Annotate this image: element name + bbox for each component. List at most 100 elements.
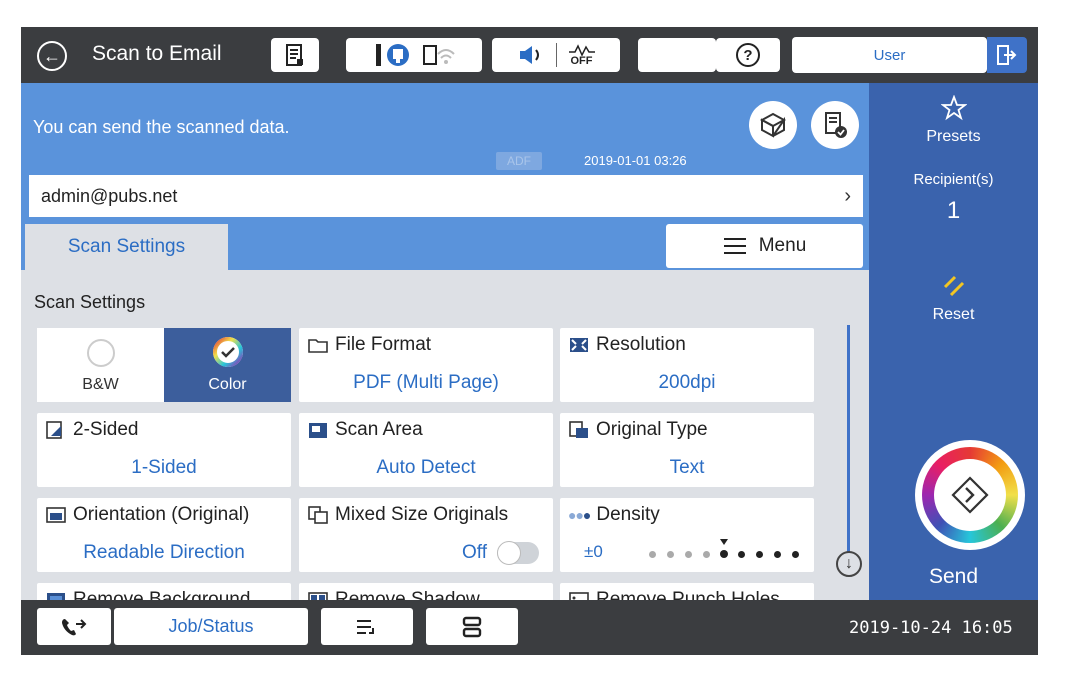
recipient-field[interactable]: admin@pubs.net › (29, 175, 863, 217)
recipients-label: Recipient(s) (913, 171, 994, 188)
hamburger-icon (723, 238, 746, 254)
preview-button[interactable] (749, 101, 797, 149)
resolution-icon (570, 338, 588, 352)
send-ring-gradient (922, 447, 1018, 543)
two-sided-tile[interactable]: 2-Sided 1-Sided (37, 413, 291, 487)
memory-icon (462, 616, 482, 637)
send-button[interactable] (915, 440, 1025, 550)
volume-icon (519, 46, 539, 64)
two-sided-icon (46, 421, 62, 439)
job-status-button[interactable]: Job/Status (114, 608, 308, 645)
orientation-value: Readable Direction (83, 542, 245, 563)
density-label: Density (596, 504, 660, 525)
checklist-icon (825, 112, 847, 138)
star-icon (939, 94, 968, 121)
info-datetime: 2019-01-01 03:26 (584, 153, 687, 168)
two-sided-label: 2-Sided (73, 419, 139, 440)
file-format-tile[interactable]: File Format PDF (Multi Page) (299, 328, 553, 402)
scan-area-value: Auto Detect (376, 457, 476, 478)
send-core (934, 459, 1006, 531)
job-list-button[interactable] (271, 38, 319, 72)
scan-area-tile[interactable]: Scan Area Auto Detect (299, 413, 553, 487)
sleep-icon (670, 45, 680, 65)
menu-button[interactable]: Menu (666, 224, 863, 268)
help-icon: ? (736, 43, 760, 67)
presets-button[interactable]: Presets (869, 94, 1038, 146)
user-button[interactable]: User (792, 37, 987, 73)
tab-scan-settings[interactable]: Scan Settings (25, 224, 228, 270)
file-format-value: PDF (Multi Page) (353, 372, 499, 393)
source-badge: ADF (496, 152, 542, 170)
memory-button[interactable] (426, 608, 518, 645)
original-type-tile[interactable]: Original Type Text (560, 413, 814, 487)
reset-icon (943, 275, 964, 297)
presets-label: Presets (926, 128, 981, 145)
density-dot (667, 550, 675, 558)
density-tile[interactable]: ●●● Density ±0 (560, 498, 814, 572)
logout-button[interactable] (987, 37, 1027, 73)
original-type-icon (569, 421, 588, 438)
color-option[interactable]: Color (164, 328, 291, 402)
color-check-icon (213, 337, 243, 367)
top-bar: ← Scan to Email OFF ? User (21, 27, 1038, 83)
divider (555, 43, 557, 67)
checklist-button[interactable] (811, 101, 859, 149)
mixed-size-label: Mixed Size Originals (335, 504, 509, 525)
screen-title: Scan to Email (92, 42, 222, 65)
folder-icon (308, 339, 328, 353)
start-diamond-icon (951, 476, 989, 514)
scrollbar[interactable] (847, 325, 850, 555)
resolution-tile[interactable]: Resolution 200dpi (560, 328, 814, 402)
density-icon: ●●● (568, 507, 591, 523)
volume-eco-group[interactable]: OFF (492, 38, 620, 72)
original-type-value: Text (669, 457, 705, 478)
sleep-button[interactable] (638, 38, 716, 72)
density-value: ±0 (584, 542, 603, 561)
help-button[interactable]: ? (716, 38, 780, 72)
mixed-size-tile[interactable]: Mixed Size Originals Off (299, 498, 553, 572)
scan-area-label: Scan Area (335, 419, 423, 440)
maintenance-icon (376, 44, 409, 66)
eco-off-icon: OFF (567, 43, 597, 67)
section-title: Scan Settings (34, 292, 146, 312)
fax-button[interactable] (37, 608, 111, 645)
density-dot (649, 550, 657, 558)
menu-label: Menu (758, 235, 807, 256)
send-label: Send (928, 565, 979, 588)
document-box-icon (759, 112, 787, 138)
scroll-down-icon[interactable]: ↓ (836, 551, 862, 577)
info-panel: You can send the scanned data. ADF 2019-… (21, 83, 869, 270)
density-dot (756, 550, 764, 558)
bw-option[interactable]: B&W (37, 328, 164, 402)
bw-label: B&W (82, 376, 119, 393)
mixed-size-toggle[interactable] (497, 541, 539, 565)
eco-off-text: OFF (570, 54, 593, 67)
orientation-icon (46, 507, 66, 523)
color-label: Color (208, 376, 247, 393)
orientation-tile[interactable]: Orientation (Original) Readable Directio… (37, 498, 291, 572)
phone-fax-icon (62, 618, 87, 635)
reset-button[interactable]: Reset (869, 273, 1038, 324)
density-slider[interactable] (644, 539, 804, 567)
density-dot (791, 550, 799, 558)
back-icon[interactable]: ← (37, 41, 67, 71)
density-dot (720, 550, 728, 558)
density-dot (684, 550, 692, 558)
bottom-bar: Job/Status 2019-10-24 16:05 (21, 600, 1038, 655)
status-button-group[interactable] (346, 38, 482, 72)
orientation-label: Orientation (Original) (73, 504, 250, 525)
resolution-value: 200dpi (658, 372, 716, 393)
recipient-address: admin@pubs.net (41, 185, 178, 206)
density-marker (720, 539, 728, 545)
right-panel: Presets Recipient(s) 1 Reset Send (869, 83, 1038, 600)
recipients-count: 1 (946, 197, 961, 224)
chevron-right-icon: › (844, 184, 851, 207)
two-sided-value: 1-Sided (131, 457, 197, 478)
job-list-icon (286, 44, 303, 66)
toggle-knob (497, 541, 521, 565)
density-dot (773, 550, 781, 558)
logout-icon (997, 45, 1017, 65)
stop-job-button[interactable] (321, 608, 413, 645)
status-message: You can send the scanned data. (33, 117, 290, 137)
original-type-label: Original Type (596, 419, 708, 440)
